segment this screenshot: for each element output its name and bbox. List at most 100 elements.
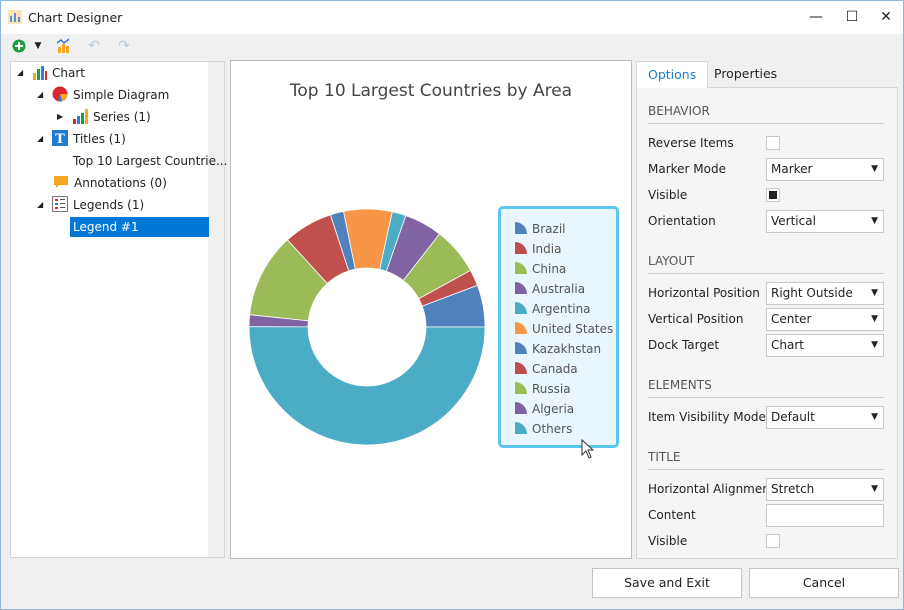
reverse-items-checkbox[interactable] bbox=[766, 136, 780, 150]
legend-item[interactable]: Brazil bbox=[515, 219, 566, 239]
legend-label: Others bbox=[532, 422, 573, 436]
content-input[interactable] bbox=[766, 504, 884, 527]
bar-chart-icon bbox=[33, 66, 47, 80]
chart-preview: Top 10 Largest Countries by Area Brazil I… bbox=[230, 60, 632, 559]
marker-mode-select[interactable]: Marker ▼ bbox=[766, 158, 884, 181]
legend-marker-icon bbox=[515, 322, 527, 334]
tree-scrollbar[interactable] bbox=[208, 62, 224, 557]
legend-marker-icon bbox=[515, 242, 527, 254]
tree-node-legend-1[interactable]: Legend #1 bbox=[70, 217, 209, 237]
tree-node-series[interactable]: ▶ Series (1) bbox=[57, 107, 151, 127]
annotation-icon bbox=[54, 176, 68, 188]
legend-item[interactable]: Others bbox=[515, 419, 572, 439]
section-behavior: BEHAVIOR bbox=[648, 104, 884, 124]
legend-item[interactable]: Argentina bbox=[515, 299, 591, 319]
collapse-icon[interactable]: ◢ bbox=[37, 85, 47, 105]
options-content: BEHAVIOR Reverse Items Marker Mode Marke… bbox=[636, 87, 898, 559]
toolbar: ▼ ↶ ↷ bbox=[1, 34, 903, 58]
visible-checkbox[interactable] bbox=[766, 188, 780, 202]
chart-structure-tree: ◢ Chart ◢ Simple Diagram ▶ Series (1) ◢ T Tit… bbox=[10, 61, 227, 558]
reverse-items-label: Reverse Items bbox=[648, 136, 734, 150]
horizontal-alignment-select[interactable]: Stretch ▼ bbox=[766, 478, 884, 501]
dock-target-label: Dock Target bbox=[648, 338, 720, 352]
vertical-position-label: Vertical Position bbox=[648, 312, 744, 326]
tree-node-chart[interactable]: ◢ Chart bbox=[17, 63, 85, 83]
undo-icon[interactable]: ↶ bbox=[85, 37, 103, 55]
legend-marker-icon bbox=[515, 342, 527, 354]
legend-marker-icon bbox=[515, 302, 527, 314]
collapse-icon[interactable]: ◢ bbox=[37, 195, 47, 215]
tree-node-titles[interactable]: ◢ T Titles (1) bbox=[37, 129, 126, 149]
mouse-cursor-icon bbox=[581, 439, 595, 459]
title-bar: Chart Designer — ☐ ✕ bbox=[1, 1, 903, 34]
legend-item[interactable]: Russia bbox=[515, 379, 571, 399]
app-icon bbox=[8, 10, 22, 24]
legend-marker-icon bbox=[515, 402, 527, 414]
legend-marker-icon bbox=[515, 222, 527, 234]
dock-target-select[interactable]: Chart ▼ bbox=[766, 334, 884, 357]
legend-label: China bbox=[532, 262, 567, 276]
legend-item[interactable]: Australia bbox=[515, 279, 585, 299]
title-icon: T bbox=[52, 130, 68, 146]
tab-options[interactable]: Options bbox=[636, 61, 709, 88]
legend-item[interactable]: United States bbox=[515, 319, 613, 339]
legend-item[interactable]: India bbox=[515, 239, 561, 259]
chevron-down-icon: ▼ bbox=[871, 314, 878, 324]
legend-label: India bbox=[532, 242, 562, 256]
collapse-icon[interactable]: ◢ bbox=[37, 129, 47, 149]
legend-label: Argentina bbox=[532, 302, 591, 316]
section-title: TITLE bbox=[648, 450, 884, 470]
tree-node-legends[interactable]: ◢ Legends (1) bbox=[37, 195, 144, 215]
cancel-button[interactable]: Cancel bbox=[749, 568, 899, 598]
tree-node-annotations[interactable]: Annotations (0) bbox=[53, 173, 167, 193]
legend-label: United States bbox=[532, 322, 614, 336]
tab-properties[interactable]: Properties bbox=[703, 61, 788, 88]
legend-item[interactable]: Kazakhstan bbox=[515, 339, 601, 359]
title-visible-label: Visible bbox=[648, 534, 688, 548]
add-dropdown-chevron-icon[interactable]: ▼ bbox=[29, 37, 47, 55]
item-visibility-mode-select[interactable]: Default ▼ bbox=[766, 406, 884, 429]
legend-marker-icon bbox=[515, 362, 527, 374]
svg-text:T: T bbox=[55, 132, 65, 146]
save-and-exit-button[interactable]: Save and Exit bbox=[592, 568, 742, 598]
vertical-position-select[interactable]: Center ▼ bbox=[766, 308, 884, 331]
horizontal-alignment-label: Horizontal Alignment bbox=[648, 482, 775, 496]
legend-item[interactable]: China bbox=[515, 259, 566, 279]
section-layout: LAYOUT bbox=[648, 254, 884, 274]
tree-node-simple-diagram[interactable]: ◢ Simple Diagram bbox=[37, 85, 169, 105]
expand-icon[interactable]: ▶ bbox=[57, 107, 67, 127]
legend-label: Kazakhstan bbox=[532, 342, 602, 356]
legend-label: Algeria bbox=[532, 402, 575, 416]
pie-chart-icon bbox=[52, 86, 68, 102]
horizontal-position-label: Horizontal Position bbox=[648, 286, 760, 300]
legend-item[interactable]: Canada bbox=[515, 359, 578, 379]
close-button[interactable]: ✕ bbox=[869, 5, 903, 29]
legend-marker-icon bbox=[515, 282, 527, 294]
orientation-label: Orientation bbox=[648, 214, 716, 228]
chevron-down-icon: ▼ bbox=[871, 340, 878, 350]
content-label: Content bbox=[648, 508, 696, 522]
item-visibility-mode-label: Item Visibility Mode bbox=[648, 410, 766, 424]
slice-others[interactable] bbox=[248, 326, 486, 446]
legend-marker-icon bbox=[515, 262, 527, 274]
window-title: Chart Designer bbox=[28, 10, 123, 25]
redo-icon[interactable]: ↷ bbox=[115, 37, 133, 55]
section-elements: ELEMENTS bbox=[648, 378, 884, 398]
minimize-button[interactable]: — bbox=[799, 5, 833, 29]
tree-node-chart-title[interactable]: Top 10 Largest Countrie... bbox=[73, 151, 227, 171]
maximize-button[interactable]: ☐ bbox=[835, 5, 869, 29]
add-icon[interactable] bbox=[11, 37, 29, 55]
orientation-select[interactable]: Vertical ▼ bbox=[766, 210, 884, 233]
legend-item[interactable]: Algeria bbox=[515, 399, 574, 419]
chart-legend[interactable]: Brazil India China Australia Argentina United… bbox=[498, 206, 619, 448]
title-visible-checkbox[interactable] bbox=[766, 534, 780, 548]
chart-wizard-icon[interactable] bbox=[55, 37, 73, 55]
horizontal-position-select[interactable]: Right Outside ▼ bbox=[766, 282, 884, 305]
collapse-icon[interactable]: ◢ bbox=[17, 63, 27, 83]
chevron-down-icon: ▼ bbox=[871, 484, 878, 494]
properties-panel: Options Properties BEHAVIOR Reverse Item… bbox=[636, 61, 898, 559]
legend-icon bbox=[52, 196, 68, 212]
chevron-down-icon: ▼ bbox=[871, 216, 878, 226]
legend-marker-icon bbox=[515, 382, 527, 394]
marker-mode-label: Marker Mode bbox=[648, 162, 726, 176]
